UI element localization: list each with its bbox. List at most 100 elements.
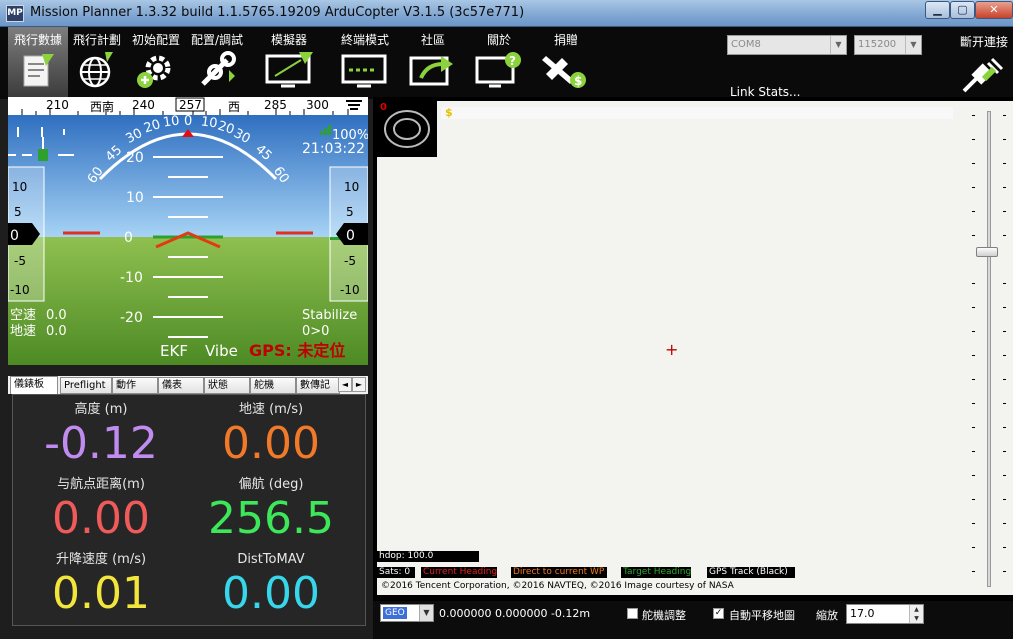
disconnect-label[interactable]: 斷开連接 (960, 33, 1008, 50)
menu-label: 模擬器 (270, 33, 307, 47)
tab-status[interactable]: 狀態 (204, 377, 250, 394)
quick-dist-to-wp[interactable]: 与航点距离(m) 0.00 (13, 477, 189, 545)
zoom-slider[interactable] (967, 101, 1013, 595)
chevron-down-icon: ▼ (830, 36, 846, 54)
menu-community[interactable]: 社區 (404, 27, 462, 99)
roll-label: 0 (184, 114, 192, 129)
menu-initial-setup[interactable]: 初始配置 (126, 27, 186, 99)
menu-simulation[interactable]: 模擬器 (258, 27, 320, 99)
ekf-status[interactable]: EKF (160, 342, 188, 360)
tab-actions[interactable]: 動作 (112, 377, 158, 394)
menu-label: 社區 (420, 33, 445, 47)
heading-label: 285 (264, 98, 287, 112)
airspeed-value: 0.0 (46, 308, 67, 323)
map-marker: $ (445, 106, 453, 119)
map-progress-bar (441, 107, 953, 119)
hud-time: 21:03:22 (302, 141, 365, 157)
pitch-label: -10 (120, 270, 143, 286)
close-button[interactable]: ✕ (975, 1, 1013, 19)
config-tuning-wrench-icon (201, 51, 236, 86)
quick-label: 升降速度 (m/s) (55, 552, 147, 567)
baud-select[interactable]: 115200 ▼ (854, 35, 922, 55)
zoom-tick (1003, 283, 1006, 284)
quick-vertical-speed[interactable]: 升降速度 (m/s) 0.01 (13, 552, 189, 620)
groundspeed-label: 地速 (10, 324, 36, 339)
quick-groundspeed[interactable]: 地速 (m/s) 0.00 (183, 402, 359, 470)
menu-help[interactable]: 關於 ? (470, 27, 528, 99)
pitch-label: 10 (126, 190, 144, 206)
zoom-level-input[interactable]: 17.0 ▲ ▼ (846, 604, 924, 624)
tab-telemetry-logs[interactable]: 數傳記 (296, 377, 340, 394)
menu-donate[interactable]: 捐贈 $ (536, 27, 596, 99)
tuning-checkbox[interactable] (627, 608, 638, 619)
zoom-tick (972, 235, 975, 236)
speed-tick: 10 (12, 180, 27, 194)
legend-current-heading: Current Heading (421, 567, 497, 578)
flight-data-icon (23, 54, 54, 87)
help-monitor-icon: ? (475, 52, 521, 88)
map-copyright: ©2016 Tencent Corporation, ©2016 NAVTEQ,… (381, 581, 734, 591)
map-status-bar: GEO ▼ 0.000000 0.000000 -0.12m 舵機調整 ✓ 自動… (373, 601, 1013, 639)
compass-indicator: 0 (380, 102, 387, 113)
tab-scroll-right[interactable]: ► (352, 377, 366, 392)
plug-icon[interactable] (960, 57, 1008, 95)
heading-label: 240 (132, 98, 155, 112)
tab-scroll-left[interactable]: ◄ (338, 377, 352, 392)
menu-label: 初始配置 (131, 33, 180, 47)
zoom-tick (1003, 331, 1006, 332)
port-select[interactable]: COM8 ▼ (727, 35, 847, 55)
zoom-track[interactable] (987, 111, 991, 587)
zoom-level-value: 17.0 (850, 607, 875, 620)
menu-label: 捐贈 (553, 33, 578, 47)
menu-flight-plan[interactable]: 飛行計劃 (68, 27, 126, 99)
speed-current: 0 (10, 228, 19, 244)
zoom-tick (1003, 379, 1006, 380)
waypoint-status: 0>0 (302, 324, 329, 339)
community-share-icon (409, 56, 453, 86)
chevron-down-icon: ▼ (419, 605, 433, 621)
quick-value: 0.00 (222, 568, 320, 619)
zoom-tick (1003, 307, 1006, 308)
hud-canvas: 210 西南 240 257 西 285 300 60 45 30 20 10 … (8, 97, 368, 365)
svg-text:$: $ (574, 74, 582, 88)
simulation-monitor-icon (265, 52, 313, 88)
coordinates-readout: 0.000000 0.000000 -0.12m (439, 607, 591, 620)
quick-value: 0.01 (52, 568, 150, 619)
legend-text: Sats: 0 (379, 567, 411, 577)
map-view[interactable]: 0 $ + hdop: 100.0 Sats: 0 Current Headin… (377, 101, 967, 595)
tab-servo[interactable]: 舵機 (250, 377, 296, 394)
maximize-button[interactable]: ▢ (950, 1, 975, 19)
autopan-checkbox[interactable]: ✓ (713, 608, 724, 619)
tab-gauges[interactable]: 儀表 (158, 377, 204, 394)
zoom-tick (1003, 571, 1006, 572)
quick-value: 0.00 (222, 418, 320, 469)
quick-dist-to-mav[interactable]: DistToMAV 0.00 (183, 552, 359, 620)
legend-sats: Sats: 0 (377, 567, 415, 578)
legend-text: Direct to current WP (513, 567, 605, 577)
minimize-button[interactable]: ▁ (925, 1, 950, 19)
tab-quick[interactable]: 儀錶板 (10, 376, 58, 394)
zoom-thumb[interactable] (976, 247, 998, 257)
coordinate-format-select[interactable]: GEO ▼ (380, 604, 434, 622)
speed-tick: 5 (14, 205, 22, 219)
quick-value: 256.5 (208, 493, 334, 544)
zoom-tick (972, 475, 975, 476)
gps-status: GPS: 未定位 (249, 341, 345, 360)
zoom-tick (972, 451, 975, 452)
menu-config-tuning[interactable]: 配置/調試 (186, 27, 248, 99)
zoom-tick (972, 283, 975, 284)
zoom-tick (972, 499, 975, 500)
quick-altitude[interactable]: 高度 (m) -0.12 (13, 402, 189, 470)
heading-label: 西 (228, 100, 240, 114)
vibe-status[interactable]: Vibe (205, 342, 238, 360)
flight-plan-globe-icon (79, 52, 113, 88)
zoom-tick (972, 115, 975, 116)
hud-display[interactable]: 210 西南 240 257 西 285 300 60 45 30 20 10 … (8, 97, 368, 365)
menu-terminal[interactable]: 終端模式 (334, 27, 396, 99)
menu-flight-data[interactable]: 飛行數據 (8, 27, 68, 99)
legend-text: GPS Track (Black) (709, 567, 788, 577)
spinner-icon[interactable]: ▲ ▼ (909, 605, 923, 623)
menu-label: 飛行數據 (13, 33, 62, 47)
tab-preflight[interactable]: Preflight (60, 377, 112, 394)
quick-yaw[interactable]: 偏航 (deg) 256.5 (183, 477, 359, 545)
